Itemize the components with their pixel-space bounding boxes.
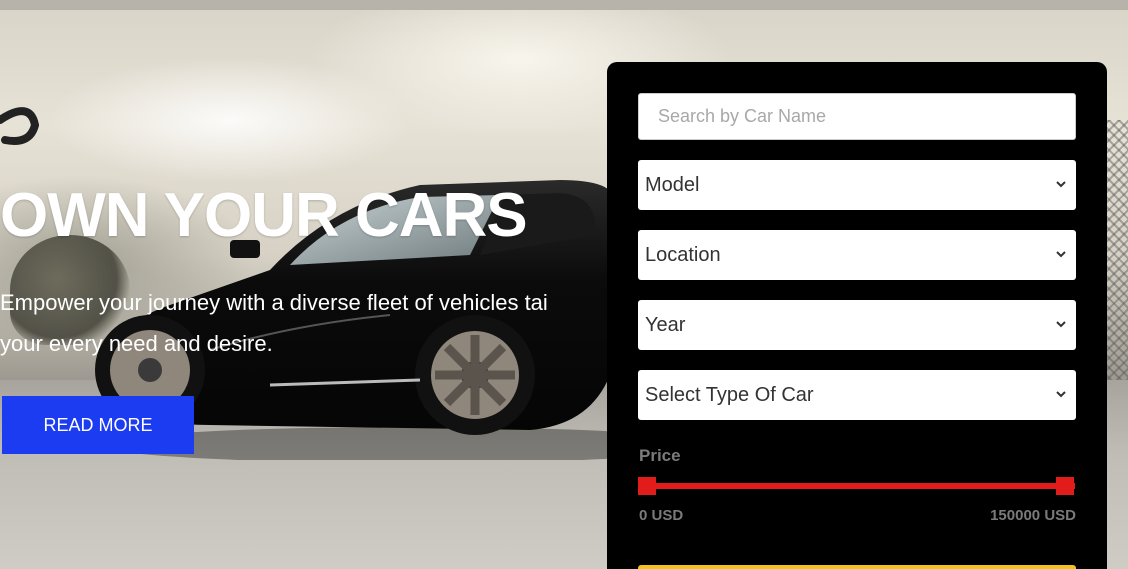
car-type-select-label: Select Type Of Car xyxy=(645,383,814,406)
car-search-panel: Model Location Year Select Type Of Car P… xyxy=(607,62,1107,569)
chevron-down-icon xyxy=(1056,321,1066,328)
hero-description-line-1: Empower your journey with a diverse flee… xyxy=(0,290,548,315)
car-type-select[interactable]: Select Type Of Car xyxy=(638,370,1076,420)
car-name-search-input[interactable] xyxy=(638,93,1076,140)
year-select[interactable]: Year xyxy=(638,300,1076,350)
hero-title: OWN YOUR CARS xyxy=(0,181,528,250)
street-lamp-arm xyxy=(0,107,40,145)
price-max-value: 150000 USD xyxy=(990,507,1076,524)
price-label: Price xyxy=(639,446,681,465)
chevron-down-icon xyxy=(1056,181,1066,188)
chevron-down-icon xyxy=(1056,391,1066,398)
read-more-button[interactable]: READ MORE xyxy=(2,396,194,454)
year-select-label: Year xyxy=(645,313,686,336)
search-submit-button[interactable] xyxy=(638,565,1076,569)
model-select-label: Model xyxy=(645,173,700,196)
location-select-label: Location xyxy=(645,243,721,266)
location-select[interactable]: Location xyxy=(638,230,1076,280)
price-min-value: 0 USD xyxy=(639,507,684,524)
hero-description: Empower your journey with a diverse flee… xyxy=(0,282,610,366)
model-select[interactable]: Model xyxy=(638,160,1076,210)
price-max-handle[interactable] xyxy=(1056,477,1074,495)
price-range-track[interactable] xyxy=(638,483,1075,489)
top-bar xyxy=(0,0,1128,10)
hero-description-line-2: your every need and desire. xyxy=(0,331,273,356)
chevron-down-icon xyxy=(1056,251,1066,258)
price-min-handle[interactable] xyxy=(638,477,656,495)
